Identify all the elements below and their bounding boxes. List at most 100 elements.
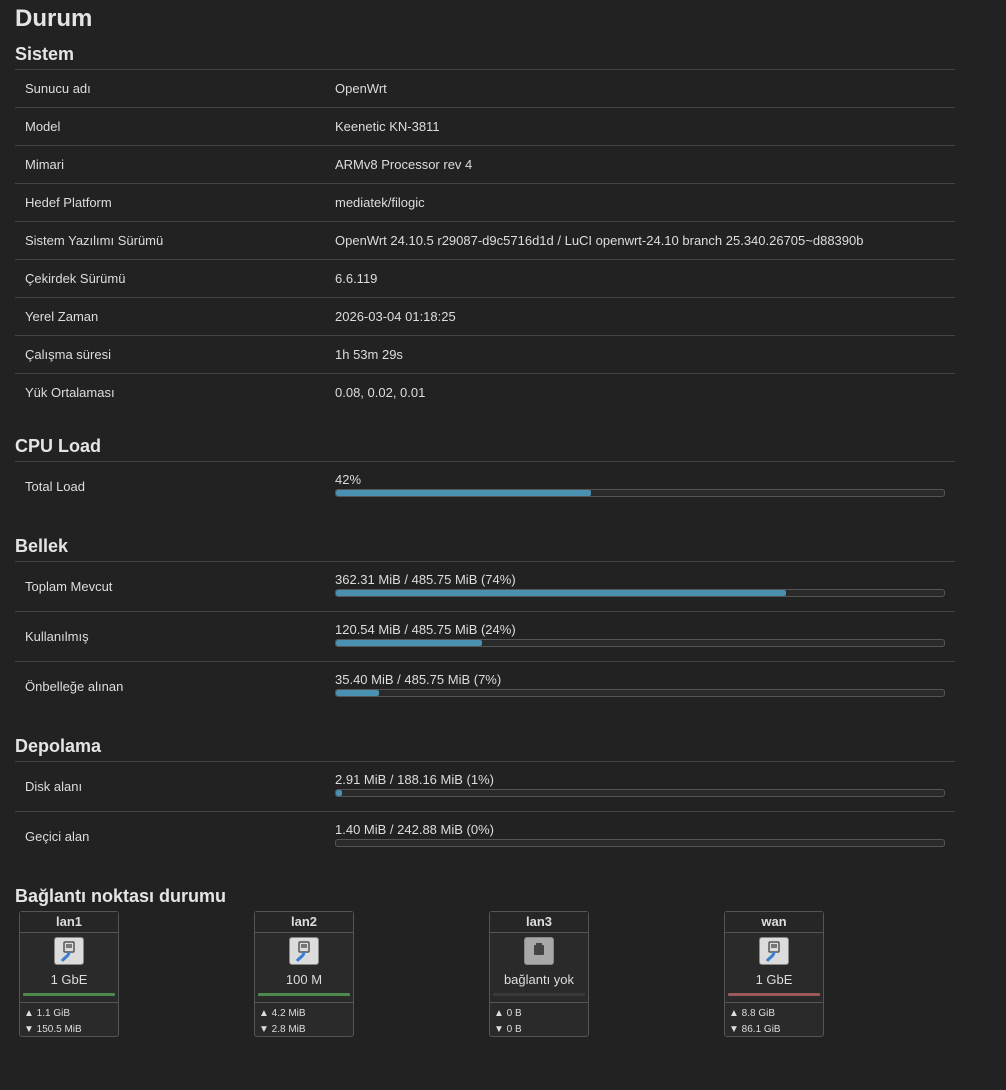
port-status-line bbox=[258, 993, 350, 996]
ethernet-connected-icon bbox=[54, 937, 84, 965]
table-row: Sistem Yazılımı Sürümü OpenWrt 24.10.5 r2… bbox=[15, 221, 955, 260]
port-card-lan3[interactable]: lan3 bağlantı yok ▲ 0 B ▼ 0 B bbox=[489, 911, 589, 1037]
storage-section-title: Depolama bbox=[15, 736, 102, 756]
memory-total-progress: 362.31 MiB / 485.75 MiB (74%) bbox=[335, 572, 945, 597]
port-tx: ▲ 8.8 GiB bbox=[729, 1008, 776, 1019]
row-value: 35.40 MiB / 485.75 MiB (7%) bbox=[325, 662, 955, 712]
row-key: Kullanılmış bbox=[25, 629, 89, 644]
progress-fill bbox=[336, 690, 379, 696]
row-key: Önbelleğe alınan bbox=[25, 679, 124, 694]
row-value: 0.08, 0.02, 0.01 bbox=[335, 385, 426, 400]
table-row: Çekirdek Sürümü 6.6.119 bbox=[15, 259, 955, 298]
progress-label: 120.54 MiB / 485.75 MiB (24%) bbox=[335, 622, 516, 637]
progress-label: 2.91 MiB / 188.16 MiB (1%) bbox=[335, 772, 494, 787]
progress-track bbox=[335, 839, 945, 847]
row-key: Geçici alan bbox=[25, 829, 90, 844]
port-tx: ▲ 4.2 MiB bbox=[259, 1008, 306, 1019]
progress-fill bbox=[336, 640, 482, 646]
row-key: Disk alanı bbox=[25, 779, 83, 794]
row-value: 362.31 MiB / 485.75 MiB (74%) bbox=[325, 562, 955, 612]
table-row: Yerel Zaman 2026-03-04 01:18:25 bbox=[15, 297, 955, 336]
port-name: lan2 bbox=[255, 912, 353, 933]
row-key: Çekirdek Sürümü bbox=[25, 271, 126, 286]
cpu-table: Total Load 42% bbox=[15, 461, 955, 511]
row-value: 1.40 MiB / 242.88 MiB (0%) bbox=[325, 812, 955, 862]
port-card-lan1[interactable]: lan1 1 GbE ▲ 1.1 GiB ▼ 150.5 MiB bbox=[19, 911, 119, 1037]
port-card-lan2[interactable]: lan2 100 M ▲ 4.2 MiB ▼ 2.8 MiB bbox=[254, 911, 354, 1037]
row-key: Hedef Platform bbox=[25, 195, 112, 210]
port-status-list: lan1 1 GbE ▲ 1.1 GiB ▼ 150.5 MiB lan2 10… bbox=[15, 911, 954, 1041]
progress-fill bbox=[336, 490, 592, 496]
row-key: Mimari bbox=[25, 157, 64, 172]
row-key: Sunucu adı bbox=[25, 81, 91, 96]
table-row: Kullanılmış 120.54 MiB / 485.75 MiB (24%… bbox=[15, 611, 955, 662]
port-tx: ▲ 1.1 GiB bbox=[24, 1008, 71, 1019]
progress-label: 42% bbox=[335, 472, 362, 487]
storage-table: Disk alanı 2.91 MiB / 188.16 MiB (1%) Ge… bbox=[15, 761, 955, 861]
table-row: Sunucu adı OpenWrt bbox=[15, 69, 955, 108]
port-traffic: ▲ 4.2 MiB ▼ 2.8 MiB bbox=[255, 1002, 353, 1038]
table-row: Çalışma süresi 1h 53m 29s bbox=[15, 335, 955, 374]
row-value: 6.6.119 bbox=[335, 271, 378, 286]
row-value: OpenWrt 24.10.5 r29087-d9c5716d1d / LuCI… bbox=[335, 233, 864, 248]
temp-space-progress: 1.40 MiB / 242.88 MiB (0%) bbox=[335, 822, 945, 847]
memory-section-title: Bellek bbox=[15, 536, 69, 556]
table-row: Yük Ortalaması 0.08, 0.02, 0.01 bbox=[15, 373, 955, 412]
row-key: Yük Ortalaması bbox=[25, 385, 115, 400]
cpu-load-progress: 42% bbox=[335, 472, 945, 497]
port-status-line bbox=[493, 993, 585, 996]
port-rx: ▼ 86.1 GiB bbox=[729, 1024, 781, 1035]
row-key: Sistem Yazılımı Sürümü bbox=[25, 233, 164, 248]
row-key: Yerel Zaman bbox=[25, 309, 99, 324]
port-rx: ▼ 150.5 MiB bbox=[24, 1024, 82, 1035]
row-value: OpenWrt bbox=[335, 81, 387, 96]
port-speed: 100 M bbox=[285, 972, 323, 987]
row-value: 120.54 MiB / 485.75 MiB (24%) bbox=[325, 612, 955, 662]
ethernet-disconnected-icon bbox=[524, 937, 554, 965]
system-table: Sunucu adı OpenWrt Model Keenetic KN-3811 … bbox=[15, 69, 955, 411]
table-row: Model Keenetic KN-3811 bbox=[15, 107, 955, 146]
port-name: wan bbox=[725, 912, 823, 933]
table-row: Total Load 42% bbox=[15, 461, 955, 512]
port-status-line bbox=[23, 993, 115, 996]
memory-used-progress: 120.54 MiB / 485.75 MiB (24%) bbox=[335, 622, 945, 647]
ethernet-connected-icon bbox=[289, 937, 319, 965]
port-tx: ▲ 0 B bbox=[494, 1008, 522, 1019]
table-row: Geçici alan 1.40 MiB / 242.88 MiB (0%) bbox=[15, 811, 955, 862]
progress-label: 1.40 MiB / 242.88 MiB (0%) bbox=[335, 822, 494, 837]
row-value: 42% bbox=[325, 462, 955, 512]
row-value: 2026-03-04 01:18:25 bbox=[335, 309, 456, 324]
row-key: Toplam Mevcut bbox=[25, 579, 113, 594]
row-key: Total Load bbox=[25, 479, 85, 494]
disk-space-progress: 2.91 MiB / 188.16 MiB (1%) bbox=[335, 772, 945, 797]
cpu-section-title: CPU Load bbox=[15, 436, 102, 456]
port-name: lan1 bbox=[20, 912, 118, 933]
ethernet-connected-icon bbox=[759, 937, 789, 965]
progress-fill bbox=[336, 790, 343, 796]
progress-fill bbox=[336, 590, 786, 596]
memory-table: Toplam Mevcut 362.31 MiB / 485.75 MiB (7… bbox=[15, 561, 955, 711]
row-key: Çalışma süresi bbox=[25, 347, 111, 362]
progress-track bbox=[335, 489, 945, 497]
system-section-title: Sistem bbox=[15, 44, 75, 64]
table-row: Hedef Platform mediatek/filogic bbox=[15, 183, 955, 222]
row-value: 2.91 MiB / 188.16 MiB (1%) bbox=[325, 762, 955, 812]
memory-cached-progress: 35.40 MiB / 485.75 MiB (7%) bbox=[335, 672, 945, 697]
status-page: Durum Sistem Sunucu adı OpenWrt Model Keen… bbox=[0, 0, 1006, 1041]
port-speed: bağlantı yok bbox=[503, 972, 575, 987]
progress-track bbox=[335, 589, 945, 597]
port-traffic: ▲ 8.8 GiB ▼ 86.1 GiB bbox=[725, 1002, 823, 1038]
port-traffic: ▲ 0 B ▼ 0 B bbox=[490, 1002, 588, 1038]
port-speed: 1 GbE bbox=[50, 972, 88, 987]
row-value: 1h 53m 29s bbox=[335, 347, 403, 362]
port-card-wan[interactable]: wan 1 GbE ▲ 8.8 GiB ▼ 86.1 GiB bbox=[724, 911, 824, 1037]
port-name: lan3 bbox=[490, 912, 588, 933]
port-status-line bbox=[728, 993, 820, 996]
progress-track bbox=[335, 789, 945, 797]
row-value: Keenetic KN-3811 bbox=[335, 119, 440, 134]
table-row: Disk alanı 2.91 MiB / 188.16 MiB (1%) bbox=[15, 761, 955, 812]
progress-track bbox=[335, 639, 945, 647]
row-value: mediatek/filogic bbox=[335, 195, 425, 210]
table-row: Mimari ARMv8 Processor rev 4 bbox=[15, 145, 955, 184]
port-traffic: ▲ 1.1 GiB ▼ 150.5 MiB bbox=[20, 1002, 118, 1038]
